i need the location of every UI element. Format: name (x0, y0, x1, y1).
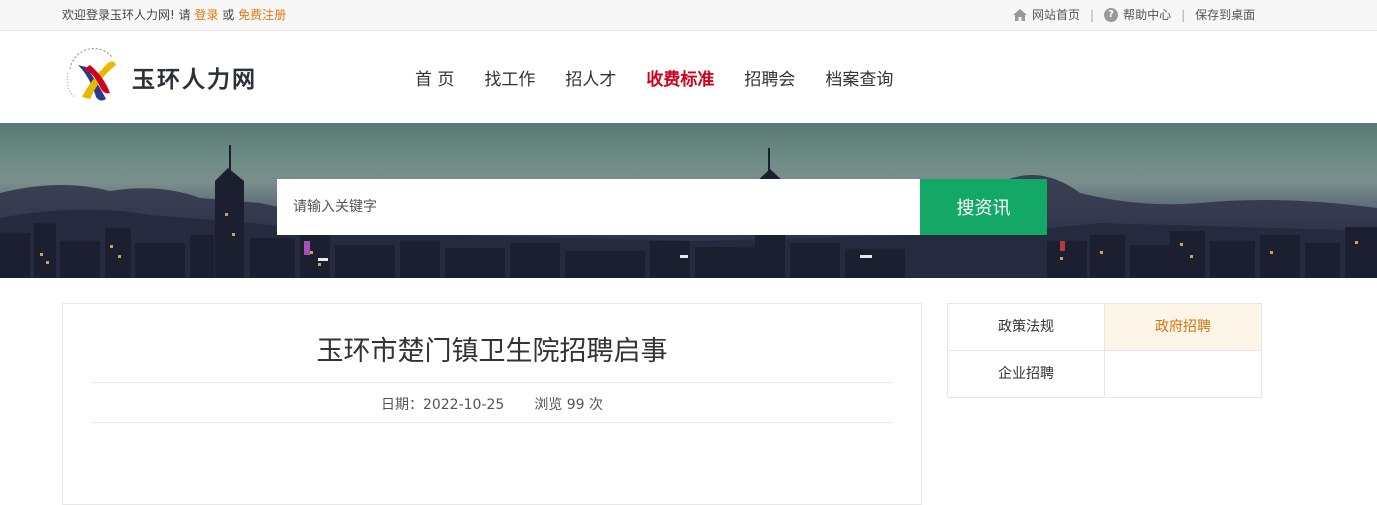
sidebar-item-government-recruit[interactable]: 政府招聘 (1105, 304, 1261, 351)
help-center-label: 帮助中心 (1123, 8, 1172, 22)
sidebar-item-enterprise-recruit[interactable]: 企业招聘 (948, 351, 1105, 397)
save-to-desktop-label: 保存到桌面 (1195, 8, 1256, 22)
article-panel: 玉环市楚门镇卫生院招聘启事 日期：2022-10-25 浏览 99 次 (62, 303, 922, 505)
article-title: 玉环市楚门镇卫生院招聘启事 (316, 336, 668, 367)
nav-item-job-fair[interactable]: 招聘会 (744, 65, 795, 90)
divider (91, 422, 893, 423)
search-button[interactable]: 搜资讯 (920, 179, 1047, 235)
divider (91, 382, 893, 383)
top-bar: 欢迎登录玉环人力网! 请 登录 或 免费注册 网站首页 | ? 帮助中心 | 保… (0, 0, 1377, 31)
search-banner: 搜资讯 (0, 123, 1377, 278)
welcome-text: 欢迎登录玉环人力网! 请 (62, 8, 195, 22)
nav-item-fees[interactable]: 收费标准 (646, 65, 714, 90)
register-link[interactable]: 免费注册 (238, 8, 286, 22)
top-links: 网站首页 | ? 帮助中心 | 保存到桌面 (1013, 0, 1255, 30)
article-date: 日期：2022-10-25 (380, 397, 505, 413)
site-home-label: 网站首页 (1032, 8, 1081, 22)
separator: | (1090, 8, 1095, 22)
nav-item-recruit[interactable]: 招人才 (565, 65, 616, 90)
article-meta: 日期：2022-10-25 浏览 99 次 (63, 394, 921, 414)
separator: | (1181, 8, 1186, 22)
help-icon: ? (1104, 8, 1119, 22)
sidebar-item-policy[interactable]: 政策法规 (948, 304, 1105, 351)
site-header: 玉环人力网 首 页 找工作 招人才 收费标准 招聘会 档案查询 (0, 31, 1377, 123)
home-icon (1013, 9, 1027, 21)
category-sidebar: 政策法规 政府招聘 企业招聘 (947, 303, 1262, 398)
logo-mark-icon (66, 48, 116, 101)
or-text: 或 (218, 8, 239, 22)
main-nav: 首 页 找工作 招人才 收费标准 招聘会 档案查询 (400, 31, 908, 123)
search-input[interactable] (277, 179, 920, 235)
welcome-area: 欢迎登录玉环人力网! 请 登录 或 免费注册 (62, 0, 286, 30)
nav-item-home[interactable]: 首 页 (415, 65, 454, 90)
nav-item-archive-query[interactable]: 档案查询 (825, 65, 893, 90)
article-views: 浏览 99 次 (534, 397, 604, 413)
nav-item-find-job[interactable]: 找工作 (484, 65, 535, 90)
save-to-desktop-link[interactable]: 保存到桌面 (1195, 0, 1255, 30)
site-home-link[interactable]: 网站首页 (1013, 0, 1080, 30)
search-box: 搜资讯 (277, 179, 1047, 235)
login-link[interactable]: 登录 (194, 8, 218, 22)
help-center-link[interactable]: ? 帮助中心 (1104, 0, 1171, 30)
logo-text: 玉环人力网 (132, 67, 257, 93)
site-logo[interactable]: 玉环人力网 (60, 47, 257, 107)
